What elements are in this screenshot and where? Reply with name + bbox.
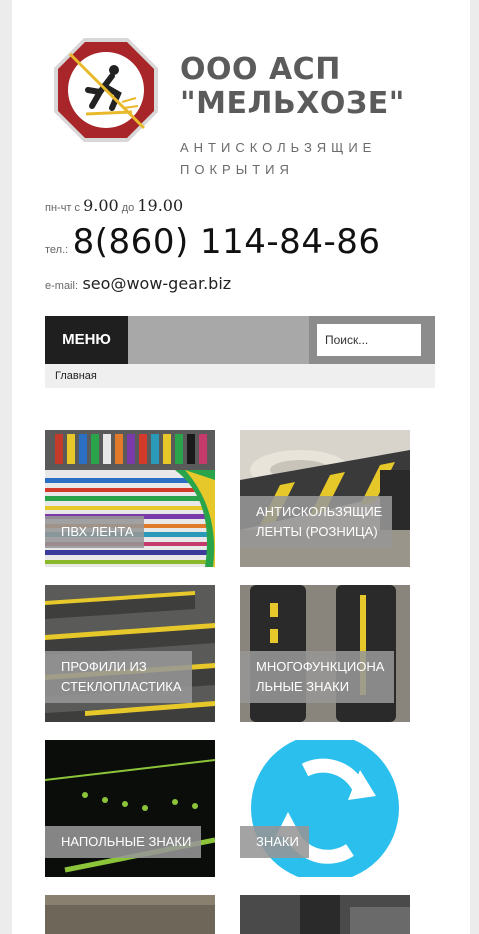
category-tile-signs[interactable]: ЗНАКИ: [240, 740, 410, 877]
hours-mid: до: [118, 202, 138, 214]
hours-from: 9.00: [83, 196, 119, 215]
tile-label-fiberglass-profiles[interactable]: ПРОФИЛИ ИЗ СТЕКЛОПЛАСТИКА: [45, 651, 192, 703]
tile-label-multifunction-signs[interactable]: МНОГОФУНКЦИОНА ЛЬНЫЕ ЗНАКИ: [240, 651, 395, 703]
no-slip-sign-icon[interactable]: [52, 36, 160, 144]
tile-label-floor-signs[interactable]: НАПОЛЬНЫЕ ЗНАКИ: [45, 826, 202, 858]
category-tile-pvc-tape[interactable]: ПВХ ЛЕНТА: [45, 430, 215, 567]
phone-number[interactable]: 8(860) 114-84-86: [73, 222, 381, 262]
email-label: e-mail:: [45, 280, 79, 292]
search-input[interactable]: [317, 324, 421, 356]
tile-label-line1: МНОГОФУНКЦИОНА: [256, 659, 385, 674]
category-tile-fiberglass-profiles[interactable]: ПРОФИЛИ ИЗ СТЕКЛОПЛАСТИКА: [45, 585, 215, 722]
tile-label-signs[interactable]: ЗНАКИ: [240, 826, 309, 858]
category-tile-multifunction-signs[interactable]: МНОГОФУНКЦИОНА ЛЬНЫЕ ЗНАКИ: [240, 585, 410, 722]
tagline-line1: АНТИСКОЛЬЗЯЩИЕ: [180, 140, 377, 155]
breadcrumb: Главная: [45, 364, 435, 388]
email-block: e-mail: seo@wow-gear.biz: [45, 274, 231, 294]
tile-label-line2: ЛЬНЫЕ ЗНАКИ: [256, 679, 350, 694]
working-hours: пн-чт с 9.00 до 19.00: [45, 196, 183, 215]
tile-label-line2: ЛЕНТЫ (РОЗНИЦА): [256, 524, 378, 539]
tile-label-anti-slip-retail[interactable]: АНТИСКОЛЬЗЯЩИЕ ЛЕНТЫ (РОЗНИЦА): [240, 496, 393, 548]
breadcrumb-home[interactable]: Главная: [55, 370, 97, 382]
hours-prefix: пн-чт с: [45, 202, 84, 214]
tile-label-line1: ПРОФИЛИ ИЗ: [61, 659, 147, 674]
main-navbar: МЕНЮ: [45, 316, 435, 364]
tile-label-line1: АНТИСКОЛЬЗЯЩИЕ: [256, 504, 383, 519]
tile-label-line2: СТЕКЛОПЛАСТИКА: [61, 679, 182, 694]
partial-tile-image: [240, 895, 410, 934]
phone-label: тел.:: [45, 244, 69, 256]
hours-to: 19.00: [137, 196, 184, 215]
partial-tile-image: [45, 895, 215, 934]
phone-block: тел.: 8(860) 114-84-86: [45, 222, 380, 262]
category-tile-partial-left[interactable]: [45, 895, 215, 934]
category-tile-floor-signs[interactable]: НАПОЛЬНЫЕ ЗНАКИ: [45, 740, 215, 877]
brand-name-line2[interactable]: "МЕЛЬХОЗЕ": [180, 86, 405, 121]
brand-name-line1[interactable]: ООО АСП: [180, 52, 341, 87]
search-box: [309, 316, 435, 364]
tagline-line2: ПОКРЫТИЯ: [180, 162, 294, 177]
tile-label-pvc-tape[interactable]: ПВХ ЛЕНТА: [45, 516, 144, 548]
email-link[interactable]: seo@wow-gear.biz: [82, 274, 231, 293]
category-tile-anti-slip-retail[interactable]: АНТИСКОЛЬЗЯЩИЕ ЛЕНТЫ (РОЗНИЦА): [240, 430, 410, 567]
category-tile-partial-right[interactable]: [240, 895, 410, 934]
menu-button[interactable]: МЕНЮ: [45, 316, 128, 364]
